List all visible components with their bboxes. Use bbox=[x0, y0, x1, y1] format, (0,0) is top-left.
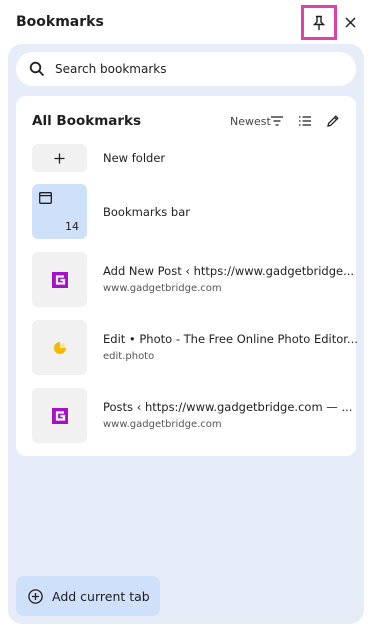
bookmark-url: edit.photo bbox=[103, 351, 155, 362]
panel-title: Bookmarks bbox=[16, 14, 104, 30]
gadgetbridge-favicon-icon bbox=[51, 271, 68, 288]
gadgetbridge-favicon-icon bbox=[51, 407, 68, 424]
sort-order-button[interactable]: Newest bbox=[230, 115, 271, 128]
bookmark-thumbnail bbox=[32, 252, 87, 307]
bookmark-url: www.gadgetbridge.com bbox=[103, 283, 222, 294]
bookmark-title: Posts ‹ https://www.gadgetbridge.com — .… bbox=[103, 400, 353, 414]
bookmark-title: Edit • Photo - The Free Online Photo Edi… bbox=[103, 332, 358, 346]
list-view-icon[interactable] bbox=[296, 112, 314, 130]
add-circle-icon bbox=[28, 588, 43, 604]
bookmark-item[interactable]: Edit • Photo - The Free Online Photo Edi… bbox=[32, 320, 358, 376]
folder-tile: 14 bbox=[32, 184, 87, 239]
add-current-tab-label: Add current tab bbox=[52, 588, 150, 604]
plus-icon bbox=[54, 153, 65, 164]
close-icon bbox=[345, 17, 356, 28]
bookmarks-list-card: All Bookmarks Newest New folder 14 Bookm… bbox=[16, 96, 358, 456]
new-folder-row[interactable]: New folder bbox=[32, 144, 352, 174]
close-button[interactable] bbox=[340, 12, 360, 32]
folder-item-count: 14 bbox=[65, 220, 79, 233]
add-current-tab-button[interactable]: Add current tab bbox=[16, 576, 160, 616]
folder-title: Bookmarks bar bbox=[103, 205, 190, 219]
window-icon bbox=[39, 192, 52, 204]
search-bar[interactable] bbox=[16, 52, 356, 86]
sort-icon[interactable] bbox=[268, 112, 286, 130]
new-folder-tile bbox=[32, 144, 87, 172]
bookmark-item[interactable]: Posts ‹ https://www.gadgetbridge.com — .… bbox=[32, 388, 352, 444]
bookmark-url: www.gadgetbridge.com bbox=[103, 419, 222, 430]
pin-button[interactable] bbox=[301, 5, 337, 40]
search-input[interactable] bbox=[55, 62, 335, 76]
bookmark-item[interactable]: Add New Post ‹ https://www.gadgetbridge.… bbox=[32, 252, 355, 308]
bookmark-thumbnail bbox=[32, 388, 87, 443]
bookmarks-panel: All Bookmarks Newest New folder bbox=[8, 44, 364, 624]
bookmark-title: Add New Post ‹ https://www.gadgetbridge.… bbox=[103, 264, 355, 278]
edit-photo-favicon-icon bbox=[52, 340, 68, 356]
side-panel-header: Bookmarks bbox=[0, 0, 370, 44]
edit-icon[interactable] bbox=[324, 112, 342, 130]
bookmarks-bar-folder[interactable]: 14 Bookmarks bar bbox=[32, 184, 352, 240]
new-folder-label: New folder bbox=[103, 151, 166, 165]
pin-icon bbox=[312, 15, 326, 31]
list-title: All Bookmarks bbox=[32, 113, 142, 129]
bookmark-thumbnail bbox=[32, 320, 87, 375]
search-icon bbox=[29, 61, 45, 77]
